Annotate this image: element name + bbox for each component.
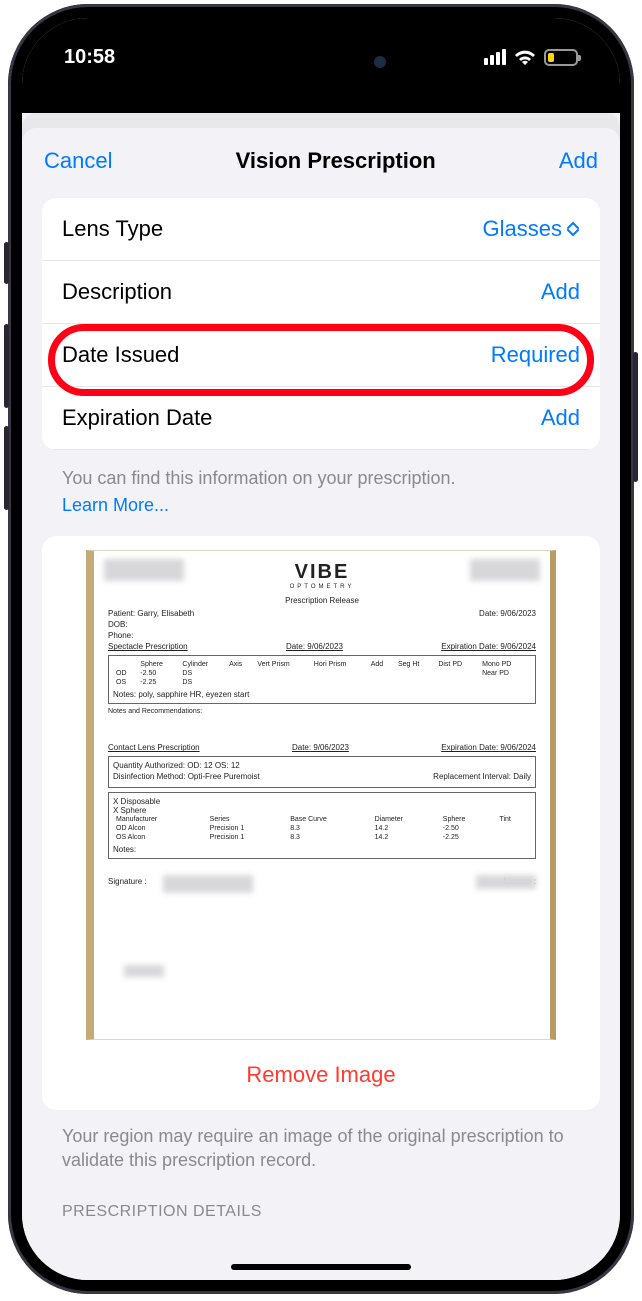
prescription-image[interactable]: VIBE OPTOMETRY Prescription Release Pati…: [86, 550, 556, 1040]
rx-cl-box: X Disposable X Sphere ManufacturerSeries…: [108, 792, 536, 859]
wifi-icon: [514, 49, 536, 65]
rx-spec-exp: Expiration Date: 9/06/2024: [441, 642, 536, 651]
status-time: 10:58: [64, 46, 115, 69]
description-label: Description: [62, 279, 172, 305]
add-button[interactable]: Add: [559, 148, 598, 174]
rx-brand: VIBE: [108, 561, 536, 584]
rx-recs: Notes and Recommendations:: [108, 708, 536, 715]
lens-type-value: Glasses: [483, 216, 562, 242]
remove-image-button[interactable]: Remove Image: [86, 1040, 556, 1110]
rx-release-title: Prescription Release: [108, 596, 536, 605]
prescription-details-header: PRESCRIPTION DETAILS: [42, 1173, 600, 1221]
home-indicator[interactable]: [231, 1264, 411, 1270]
volume-up-button: [4, 324, 9, 408]
volume-down-button: [4, 426, 9, 510]
region-note: Your region may require an image of the …: [42, 1110, 600, 1173]
rx-date-label: Date:: [479, 609, 498, 618]
updown-chevron-icon: [566, 221, 580, 237]
modal-sheet: Cancel Vision Prescription Add Lens Type…: [22, 128, 620, 1280]
page-title: Vision Prescription: [236, 148, 436, 174]
rx-patient-label: Patient:: [108, 609, 135, 618]
expiration-value: Add: [541, 405, 580, 431]
rx-patient-name: Garry, Elisabeth: [137, 609, 194, 618]
learn-more-link[interactable]: Learn More...: [42, 493, 600, 530]
rx-spectacle-box: SphereCylinderAxisVert PrismHori PrismAd…: [108, 655, 536, 704]
date-issued-label: Date Issued: [62, 342, 179, 368]
lens-type-row[interactable]: Lens Type Glasses: [42, 198, 600, 261]
rx-spec-date: Date: 9/06/2023: [286, 642, 343, 651]
rx-spec-title: Spectacle Prescription: [108, 642, 188, 651]
rx-dob-label: DOB:: [108, 620, 128, 629]
rx-cl-date: Date: 9/06/2023: [292, 743, 349, 752]
dynamic-island: [236, 40, 406, 84]
rx-notes: Notes: poly, sapphire HR, eyezen start: [113, 690, 531, 699]
lens-type-label: Lens Type: [62, 216, 163, 242]
silence-switch: [4, 242, 9, 284]
expiration-label: Expiration Date: [62, 405, 212, 431]
rx-sig-label: Signature :: [108, 877, 147, 886]
rx-date: 9/06/2023: [500, 609, 536, 618]
iphone-frame: 10:58 Cancel Vision Prescription Add: [8, 4, 634, 1294]
expiration-row[interactable]: Expiration Date Add: [42, 387, 600, 450]
cellular-signal-icon: [484, 49, 506, 65]
date-issued-row[interactable]: Date Issued Required: [42, 324, 600, 387]
info-hint: You can find this information on your pr…: [42, 450, 600, 493]
rx-phone-label: Phone:: [108, 631, 133, 640]
prescription-image-card: VIBE OPTOMETRY Prescription Release Pati…: [42, 536, 600, 1110]
description-value: Add: [541, 279, 580, 305]
rx-cl-exp: Expiration Date: 9/06/2024: [441, 743, 536, 752]
description-row[interactable]: Description Add: [42, 261, 600, 324]
power-button: [633, 352, 638, 482]
cancel-button[interactable]: Cancel: [44, 148, 112, 174]
screen: 10:58 Cancel Vision Prescription Add: [22, 18, 620, 1280]
rx-cl-meta-box: Quantity Authorized: OD: 12 OS: 12 Disin…: [108, 756, 536, 788]
prescription-fields-card: Lens Type Glasses Description Add: [42, 198, 600, 450]
battery-icon: [544, 49, 578, 66]
rx-cl-title: Contact Lens Prescription: [108, 743, 200, 752]
nav-bar: Cancel Vision Prescription Add: [22, 128, 620, 186]
date-issued-value: Required: [491, 342, 580, 368]
rx-brand-sub: OPTOMETRY: [108, 584, 536, 590]
